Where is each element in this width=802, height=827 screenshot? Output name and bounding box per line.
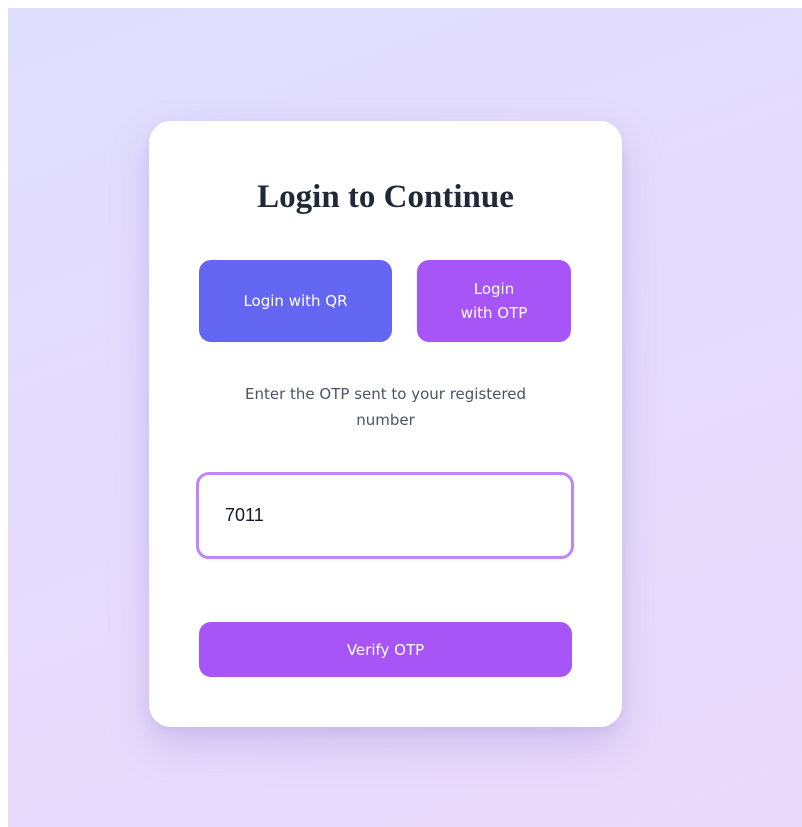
login-with-otp-label: Login with OTP: [460, 280, 528, 322]
login-with-otp-button[interactable]: Login with OTP: [417, 260, 571, 342]
otp-hint-text: Enter the OTP sent to your registered nu…: [245, 385, 526, 429]
verify-otp-label: Verify OTP: [346, 640, 425, 659]
otp-input[interactable]: [196, 472, 574, 559]
page-background: Login to Continue Login with QR Login wi…: [8, 8, 802, 827]
login-with-qr-label: Login with QR: [243, 292, 348, 310]
login-card: Login to Continue Login with QR Login wi…: [149, 121, 622, 727]
page-title: Login to Continue: [257, 179, 514, 215]
login-with-qr-button[interactable]: Login with QR: [199, 260, 392, 342]
verify-otp-button[interactable]: Verify OTP: [199, 622, 572, 677]
